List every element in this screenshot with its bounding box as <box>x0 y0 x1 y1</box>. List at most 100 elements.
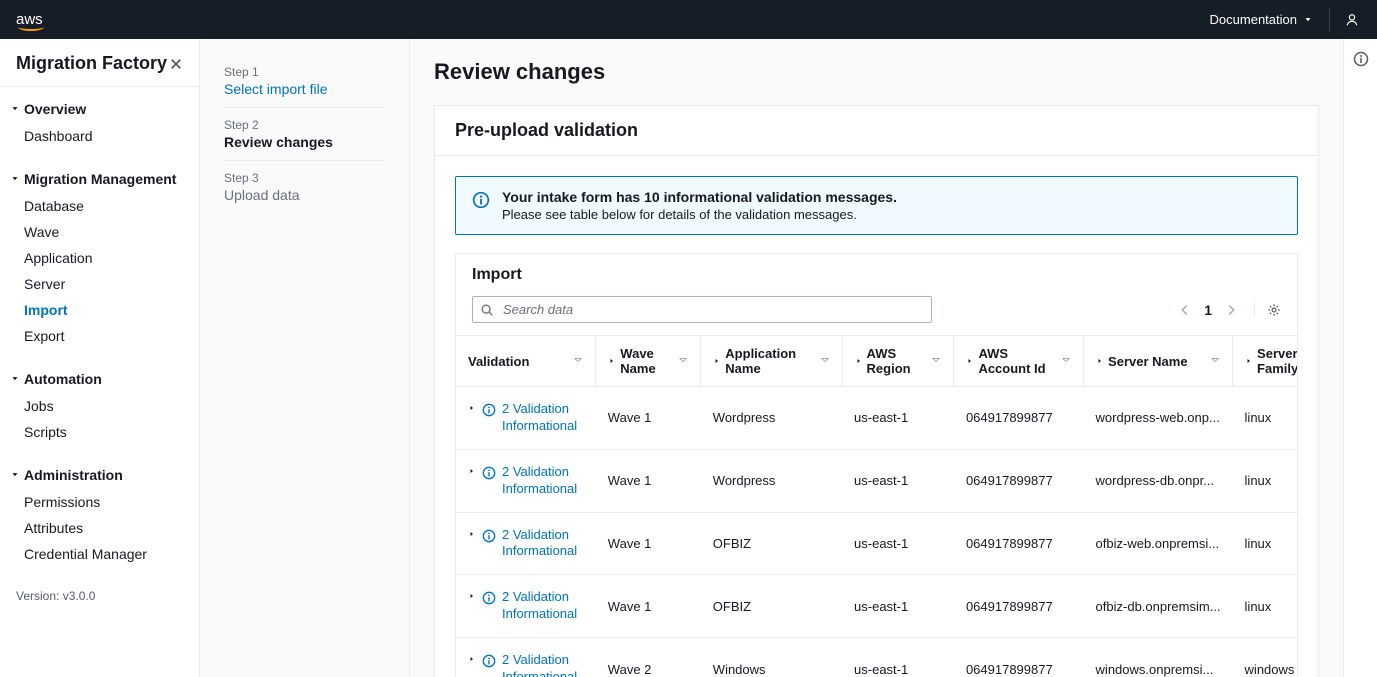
search-box <box>472 296 932 323</box>
cell-wave: Wave 1 <box>596 387 701 450</box>
expand-icon <box>468 530 476 538</box>
column-application-name[interactable]: Application Name <box>701 336 842 387</box>
validation-cell[interactable]: 2 Validation Informational <box>468 464 584 498</box>
validation-panel: Pre-upload validation Your intake form h… <box>434 105 1319 677</box>
cell-acct: 064917899877 <box>954 387 1084 450</box>
version-label: Version: v3.0.0 <box>0 575 199 617</box>
info-icon <box>482 403 496 417</box>
nav-item-export[interactable]: Export <box>0 323 199 349</box>
table-row: 2 Validation InformationalWave 1Wordpres… <box>456 387 1297 450</box>
sidebar-title: Migration Factory <box>16 53 167 74</box>
table-row: 2 Validation Informational Wave 1OFBIZus-… <box>456 575 1297 638</box>
info-icon <box>472 191 490 222</box>
cell-server: wordpress-db.onpr... <box>1084 449 1233 512</box>
info-alert: Your intake form has 10 informational va… <box>455 176 1298 235</box>
nav-item-wave[interactable]: Wave <box>0 219 199 245</box>
filter-icon[interactable] <box>1210 356 1220 366</box>
next-page-button[interactable] <box>1222 301 1240 319</box>
caret-down-icon <box>10 104 20 114</box>
column-server-os-family[interactable]: Server OS Family <box>1233 336 1297 387</box>
filter-icon[interactable] <box>1061 356 1071 366</box>
import-subpanel: Import 1 <box>455 253 1298 677</box>
info-rail[interactable] <box>1343 39 1377 677</box>
column-wave-name[interactable]: Wave Name <box>596 336 701 387</box>
nav-section-automation[interactable]: Automation <box>0 365 199 393</box>
cell-acct: 064917899877 <box>954 575 1084 638</box>
cell-os: linux <box>1233 575 1297 638</box>
expand-icon <box>468 467 476 475</box>
nav-item-application[interactable]: Application <box>0 245 199 271</box>
column-server-name[interactable]: Server Name <box>1084 336 1233 387</box>
panel-title: Pre-upload validation <box>455 120 1298 141</box>
cell-acct: 064917899877 <box>954 512 1084 575</box>
info-icon <box>482 591 496 605</box>
user-menu[interactable] <box>1329 8 1361 32</box>
cell-acct: 064917899877 <box>954 638 1084 677</box>
sidebar: Migration Factory OverviewDashboard Migra… <box>0 39 200 677</box>
import-title: Import <box>472 266 1281 284</box>
nav-section-migration-management[interactable]: Migration Management <box>0 165 199 193</box>
top-header: aws Documentation <box>0 0 1377 39</box>
cell-wave: Wave 1 <box>596 449 701 512</box>
filter-icon[interactable] <box>820 356 830 366</box>
cell-region: us-east-1 <box>842 575 954 638</box>
cell-server: wordpress-web.onp... <box>1084 387 1233 450</box>
table-row: 2 Validation InformationalWave 1Wordpres… <box>456 449 1297 512</box>
validation-cell[interactable]: 2 Validation Informational <box>468 401 584 435</box>
column-validation[interactable]: Validation <box>456 336 596 387</box>
caret-right-icon <box>608 357 616 365</box>
caret-down-icon <box>10 470 20 480</box>
table-row: 2 Validation InformationalWave 1OFBIZus-… <box>456 512 1297 575</box>
settings-button[interactable] <box>1254 303 1281 317</box>
nav-section-overview[interactable]: Overview <box>0 95 199 123</box>
search-input[interactable] <box>472 296 932 323</box>
caret-down-icon <box>10 374 20 384</box>
documentation-label: Documentation <box>1210 12 1297 27</box>
nav-item-credential-manager[interactable]: Credential Manager <box>0 541 199 567</box>
step-number: Step 1 <box>224 65 385 79</box>
aws-logo[interactable]: aws <box>16 11 43 28</box>
nav-item-attributes[interactable]: Attributes <box>0 515 199 541</box>
expand-icon <box>468 592 476 600</box>
nav-item-scripts[interactable]: Scripts <box>0 419 199 445</box>
sidebar-close-button[interactable] <box>169 57 183 71</box>
cell-os: linux <box>1233 387 1297 450</box>
caret-right-icon <box>1096 357 1104 365</box>
nav-item-import[interactable]: Import <box>0 297 199 323</box>
column-aws-region[interactable]: AWS Region <box>842 336 954 387</box>
cell-wave: Wave 1 <box>596 575 701 638</box>
nav-item-server[interactable]: Server <box>0 271 199 297</box>
nav-item-jobs[interactable]: Jobs <box>0 393 199 419</box>
step-upload-data: Upload data <box>224 187 385 203</box>
cell-app: OFBIZ <box>701 575 842 638</box>
cell-region: us-east-1 <box>842 512 954 575</box>
import-table: ValidationWave NameApplication NameAWS R… <box>456 335 1297 677</box>
step-select-import-file[interactable]: Select import file <box>224 81 385 97</box>
validation-cell[interactable]: 2 Validation Informational <box>468 589 584 623</box>
filter-icon[interactable] <box>931 356 941 366</box>
cell-server: ofbiz-web.onpremsi... <box>1084 512 1233 575</box>
nav-section-administration[interactable]: Administration <box>0 461 199 489</box>
nav-item-database[interactable]: Database <box>0 193 199 219</box>
nav-item-permissions[interactable]: Permissions <box>0 489 199 515</box>
filter-icon[interactable] <box>573 356 583 366</box>
expand-icon <box>468 404 476 412</box>
expand-icon <box>468 655 476 663</box>
caret-right-icon <box>855 357 863 365</box>
filter-icon[interactable] <box>678 356 688 366</box>
cell-server: windows.onpremsi... <box>1084 638 1233 677</box>
cell-os: windows <box>1233 638 1297 677</box>
pagination: 1 <box>1176 301 1281 319</box>
cell-app: Windows <box>701 638 842 677</box>
prev-page-button[interactable] <box>1176 301 1194 319</box>
nav-item-dashboard[interactable]: Dashboard <box>0 123 199 149</box>
alert-description: Please see table below for details of th… <box>502 207 897 222</box>
cell-wave: Wave 2 <box>596 638 701 677</box>
column-aws-account-id[interactable]: AWS Account Id <box>954 336 1084 387</box>
cell-os: linux <box>1233 449 1297 512</box>
cell-os: linux <box>1233 512 1297 575</box>
validation-cell[interactable]: 2 Validation Informational <box>468 527 584 561</box>
documentation-menu[interactable]: Documentation <box>1210 12 1313 27</box>
validation-cell[interactable]: 2 Validation Informational <box>468 652 584 677</box>
cell-region: us-east-1 <box>842 449 954 512</box>
